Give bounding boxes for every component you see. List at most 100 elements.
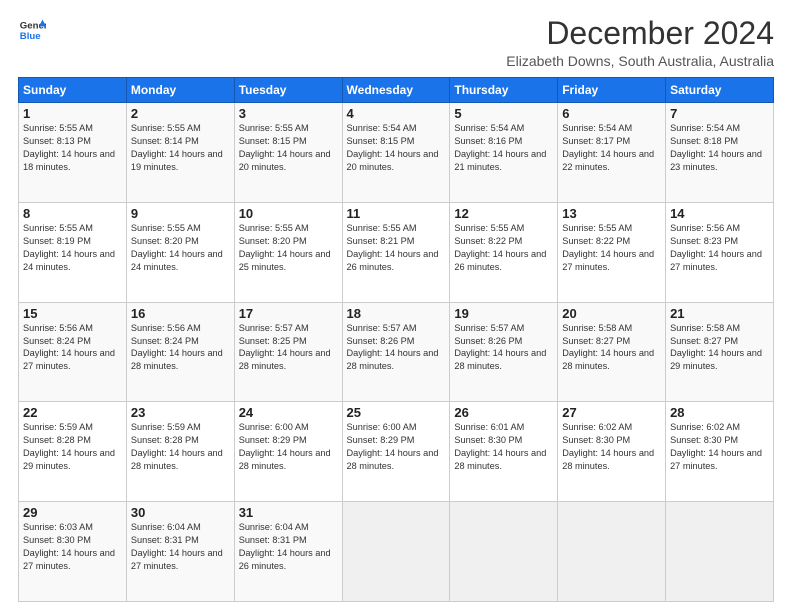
main-title: December 2024 [506,16,774,51]
calendar-cell: 27Sunrise: 6:02 AMSunset: 8:30 PMDayligh… [558,402,666,502]
calendar-cell: 15Sunrise: 5:56 AMSunset: 8:24 PMDayligh… [19,302,127,402]
day-number: 12 [454,206,553,221]
calendar-cell [666,502,774,602]
day-content: Sunrise: 5:57 AMSunset: 8:26 PMDaylight:… [347,322,446,374]
day-content: Sunrise: 6:01 AMSunset: 8:30 PMDaylight:… [454,421,553,473]
calendar-week-4: 22Sunrise: 5:59 AMSunset: 8:28 PMDayligh… [19,402,774,502]
day-content: Sunrise: 6:02 AMSunset: 8:30 PMDaylight:… [562,421,661,473]
day-number: 27 [562,405,661,420]
calendar-cell [558,502,666,602]
day-number: 18 [347,306,446,321]
day-content: Sunrise: 6:00 AMSunset: 8:29 PMDaylight:… [239,421,338,473]
day-content: Sunrise: 6:03 AMSunset: 8:30 PMDaylight:… [23,521,122,573]
calendar-cell [342,502,450,602]
day-content: Sunrise: 5:57 AMSunset: 8:26 PMDaylight:… [454,322,553,374]
col-monday: Monday [126,78,234,103]
logo-icon: General Blue [18,16,46,44]
day-content: Sunrise: 5:55 AMSunset: 8:20 PMDaylight:… [239,222,338,274]
day-content: Sunrise: 5:54 AMSunset: 8:17 PMDaylight:… [562,122,661,174]
day-content: Sunrise: 5:59 AMSunset: 8:28 PMDaylight:… [23,421,122,473]
day-number: 24 [239,405,338,420]
day-content: Sunrise: 5:55 AMSunset: 8:22 PMDaylight:… [562,222,661,274]
calendar-cell: 18Sunrise: 5:57 AMSunset: 8:26 PMDayligh… [342,302,450,402]
day-content: Sunrise: 5:56 AMSunset: 8:23 PMDaylight:… [670,222,769,274]
calendar-week-3: 15Sunrise: 5:56 AMSunset: 8:24 PMDayligh… [19,302,774,402]
col-friday: Friday [558,78,666,103]
col-sunday: Sunday [19,78,127,103]
calendar-cell: 7Sunrise: 5:54 AMSunset: 8:18 PMDaylight… [666,103,774,203]
day-number: 10 [239,206,338,221]
calendar-cell: 20Sunrise: 5:58 AMSunset: 8:27 PMDayligh… [558,302,666,402]
calendar-cell: 12Sunrise: 5:55 AMSunset: 8:22 PMDayligh… [450,202,558,302]
day-content: Sunrise: 5:55 AMSunset: 8:15 PMDaylight:… [239,122,338,174]
calendar-cell: 22Sunrise: 5:59 AMSunset: 8:28 PMDayligh… [19,402,127,502]
header: General Blue December 2024 Elizabeth Dow… [18,16,774,69]
day-number: 25 [347,405,446,420]
calendar-cell: 4Sunrise: 5:54 AMSunset: 8:15 PMDaylight… [342,103,450,203]
day-number: 17 [239,306,338,321]
calendar-cell: 28Sunrise: 6:02 AMSunset: 8:30 PMDayligh… [666,402,774,502]
calendar-cell: 31Sunrise: 6:04 AMSunset: 8:31 PMDayligh… [234,502,342,602]
day-content: Sunrise: 5:56 AMSunset: 8:24 PMDaylight:… [131,322,230,374]
day-content: Sunrise: 5:55 AMSunset: 8:22 PMDaylight:… [454,222,553,274]
day-content: Sunrise: 5:58 AMSunset: 8:27 PMDaylight:… [562,322,661,374]
day-content: Sunrise: 5:55 AMSunset: 8:19 PMDaylight:… [23,222,122,274]
day-content: Sunrise: 5:54 AMSunset: 8:16 PMDaylight:… [454,122,553,174]
day-number: 2 [131,106,230,121]
day-content: Sunrise: 6:02 AMSunset: 8:30 PMDaylight:… [670,421,769,473]
calendar-week-2: 8Sunrise: 5:55 AMSunset: 8:19 PMDaylight… [19,202,774,302]
calendar-cell [450,502,558,602]
day-number: 19 [454,306,553,321]
calendar-cell: 14Sunrise: 5:56 AMSunset: 8:23 PMDayligh… [666,202,774,302]
col-wednesday: Wednesday [342,78,450,103]
day-number: 1 [23,106,122,121]
calendar-week-5: 29Sunrise: 6:03 AMSunset: 8:30 PMDayligh… [19,502,774,602]
day-content: Sunrise: 5:55 AMSunset: 8:13 PMDaylight:… [23,122,122,174]
day-content: Sunrise: 5:54 AMSunset: 8:15 PMDaylight:… [347,122,446,174]
day-number: 4 [347,106,446,121]
calendar-cell: 6Sunrise: 5:54 AMSunset: 8:17 PMDaylight… [558,103,666,203]
calendar-cell: 19Sunrise: 5:57 AMSunset: 8:26 PMDayligh… [450,302,558,402]
col-tuesday: Tuesday [234,78,342,103]
calendar-cell: 29Sunrise: 6:03 AMSunset: 8:30 PMDayligh… [19,502,127,602]
calendar-cell: 9Sunrise: 5:55 AMSunset: 8:20 PMDaylight… [126,202,234,302]
calendar-week-1: 1Sunrise: 5:55 AMSunset: 8:13 PMDaylight… [19,103,774,203]
svg-text:Blue: Blue [20,31,41,42]
day-content: Sunrise: 5:54 AMSunset: 8:18 PMDaylight:… [670,122,769,174]
day-content: Sunrise: 5:55 AMSunset: 8:21 PMDaylight:… [347,222,446,274]
calendar-cell: 25Sunrise: 6:00 AMSunset: 8:29 PMDayligh… [342,402,450,502]
day-content: Sunrise: 5:56 AMSunset: 8:24 PMDaylight:… [23,322,122,374]
day-number: 3 [239,106,338,121]
page: General Blue December 2024 Elizabeth Dow… [0,0,792,612]
day-number: 31 [239,505,338,520]
day-content: Sunrise: 5:59 AMSunset: 8:28 PMDaylight:… [131,421,230,473]
day-content: Sunrise: 6:04 AMSunset: 8:31 PMDaylight:… [131,521,230,573]
logo: General Blue [18,16,46,44]
calendar-cell: 16Sunrise: 5:56 AMSunset: 8:24 PMDayligh… [126,302,234,402]
day-content: Sunrise: 5:57 AMSunset: 8:25 PMDaylight:… [239,322,338,374]
day-number: 8 [23,206,122,221]
day-number: 23 [131,405,230,420]
calendar-cell: 21Sunrise: 5:58 AMSunset: 8:27 PMDayligh… [666,302,774,402]
day-number: 5 [454,106,553,121]
day-number: 6 [562,106,661,121]
day-content: Sunrise: 6:00 AMSunset: 8:29 PMDaylight:… [347,421,446,473]
day-content: Sunrise: 5:55 AMSunset: 8:20 PMDaylight:… [131,222,230,274]
calendar-cell: 23Sunrise: 5:59 AMSunset: 8:28 PMDayligh… [126,402,234,502]
calendar-cell: 2Sunrise: 5:55 AMSunset: 8:14 PMDaylight… [126,103,234,203]
subtitle: Elizabeth Downs, South Australia, Austra… [506,53,774,69]
calendar-cell: 3Sunrise: 5:55 AMSunset: 8:15 PMDaylight… [234,103,342,203]
day-number: 14 [670,206,769,221]
col-thursday: Thursday [450,78,558,103]
calendar-cell: 10Sunrise: 5:55 AMSunset: 8:20 PMDayligh… [234,202,342,302]
day-number: 13 [562,206,661,221]
day-number: 15 [23,306,122,321]
calendar-cell: 26Sunrise: 6:01 AMSunset: 8:30 PMDayligh… [450,402,558,502]
calendar-cell: 11Sunrise: 5:55 AMSunset: 8:21 PMDayligh… [342,202,450,302]
day-number: 28 [670,405,769,420]
day-number: 22 [23,405,122,420]
day-content: Sunrise: 5:58 AMSunset: 8:27 PMDaylight:… [670,322,769,374]
title-block: December 2024 Elizabeth Downs, South Aus… [506,16,774,69]
calendar-cell: 8Sunrise: 5:55 AMSunset: 8:19 PMDaylight… [19,202,127,302]
day-number: 29 [23,505,122,520]
